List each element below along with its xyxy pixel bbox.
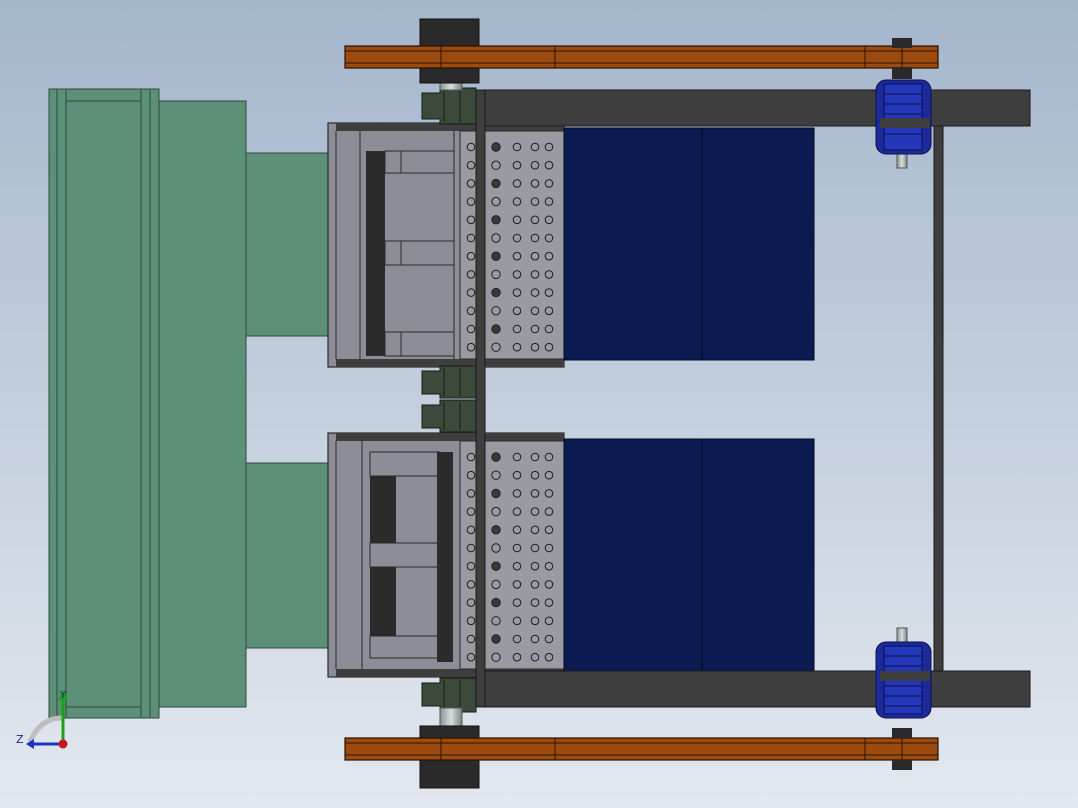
cad-model-canvas[interactable]: Y Z: [0, 0, 1078, 808]
triad-z-label: Z: [16, 733, 24, 746]
hopper-chute-upper: [245, 152, 329, 337]
pulley-small-bottom: [892, 728, 912, 738]
screen-hole: [491, 324, 501, 334]
cad-viewport[interactable]: Y Z: [0, 0, 1078, 808]
hopper-body: [157, 100, 247, 708]
screen-hole: [491, 597, 501, 608]
screen-hole: [491, 561, 501, 571]
frame-rail-bottom: [475, 670, 1031, 708]
crusher-housing-upper: [327, 122, 565, 368]
screen-hole: [491, 178, 501, 189]
motor-top: [875, 79, 932, 155]
screen-hole: [491, 525, 501, 535]
screen-hole: [491, 251, 501, 261]
triad-y-label: Y: [59, 690, 67, 701]
triad-x-axis: [58, 739, 68, 749]
frame-post-left: [475, 89, 486, 708]
frame-post-right: [933, 125, 944, 672]
drive-belt-bottom: [344, 737, 939, 761]
crusher-housing-lower: [327, 432, 565, 678]
drive-belt-top: [344, 45, 939, 69]
pulley-small-top: [892, 38, 912, 48]
screen-hole: [491, 488, 501, 499]
screen-hole: [491, 287, 501, 298]
motor-bottom: [875, 641, 932, 719]
rotor-blade-upper: [366, 151, 385, 356]
hopper-chute-lower: [245, 462, 329, 649]
screen-hole: [491, 634, 501, 644]
screen-hole: [491, 452, 501, 462]
frame-rail-top: [475, 89, 1031, 127]
screen-hole: [491, 142, 501, 152]
screen-hole: [491, 215, 501, 225]
